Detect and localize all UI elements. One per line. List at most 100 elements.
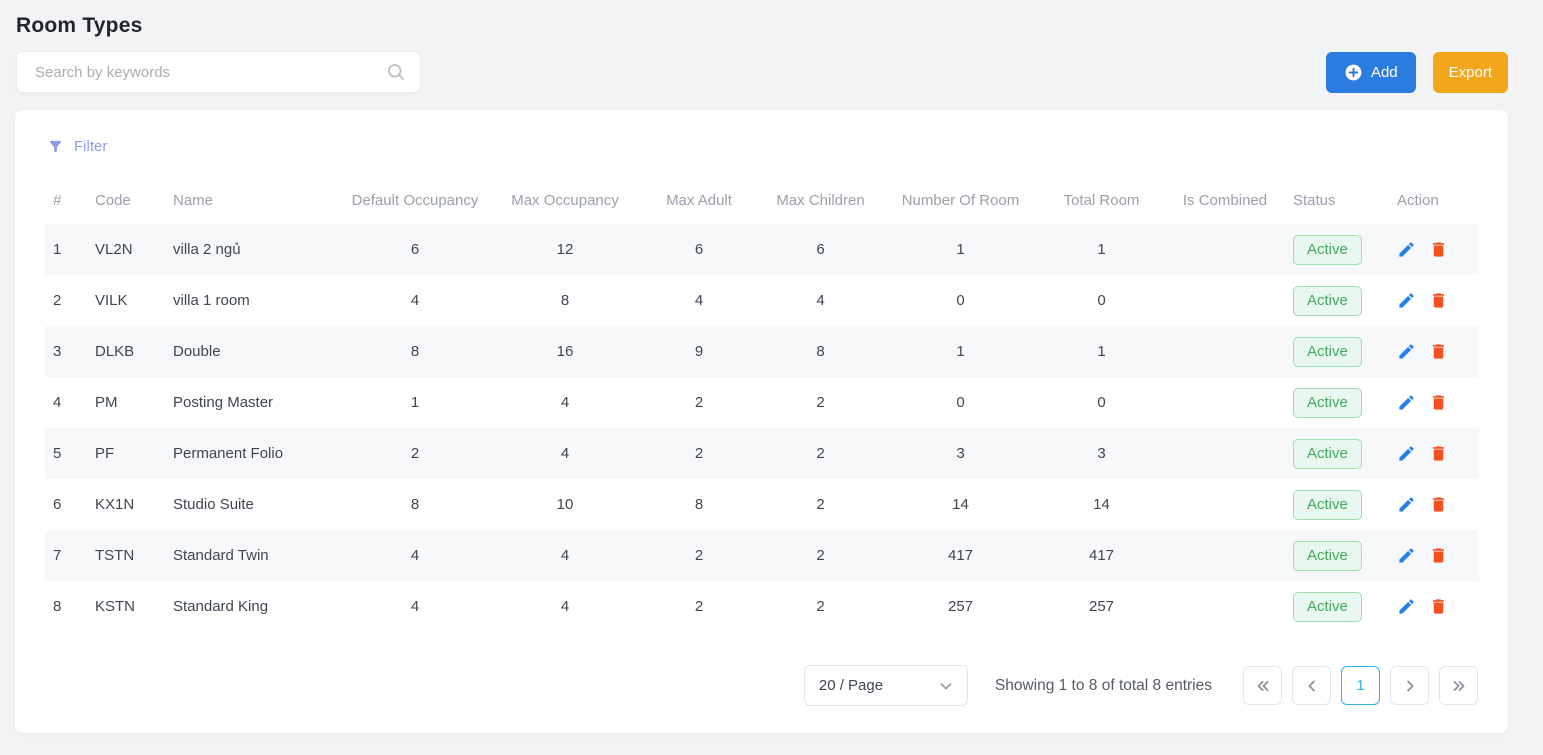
page-size-select[interactable]: 20 / Page (804, 665, 968, 706)
edit-icon[interactable] (1397, 342, 1416, 361)
status-badge: Active (1293, 337, 1362, 367)
cell-status: Active (1285, 224, 1389, 275)
cell-name: Studio Suite (165, 479, 340, 530)
cell-max-children: 4 (758, 275, 883, 326)
cell-action (1389, 377, 1479, 428)
cell-number-of-room: 3 (883, 428, 1038, 479)
table-row: 6KX1NStudio Suite810821414Active (45, 479, 1479, 530)
edit-icon[interactable] (1397, 291, 1416, 310)
cell-default-occupancy: 1 (340, 377, 490, 428)
table-row: 7TSTNStandard Twin4422417417Active (45, 530, 1479, 581)
search-box (16, 51, 421, 93)
status-badge: Active (1293, 592, 1362, 622)
prev-page-button[interactable] (1292, 666, 1331, 705)
cell-index: 4 (45, 377, 87, 428)
delete-icon[interactable] (1429, 342, 1448, 361)
table-header-row: #CodeNameDefault OccupancyMax OccupancyM… (45, 184, 1479, 224)
delete-icon[interactable] (1429, 495, 1448, 514)
table-card: Filter #CodeNameDefault OccupancyMax Occ… (15, 110, 1508, 733)
cell-code: TSTN (87, 530, 165, 581)
cell-status: Active (1285, 479, 1389, 530)
edit-icon[interactable] (1397, 597, 1416, 616)
search-input[interactable] (17, 52, 420, 92)
next-page-button[interactable] (1390, 666, 1429, 705)
column-header-num: # (45, 184, 87, 224)
cell-max-children: 2 (758, 479, 883, 530)
cell-default-occupancy: 8 (340, 479, 490, 530)
cell-max-occupancy: 10 (490, 479, 640, 530)
cell-is-combined (1165, 530, 1285, 581)
double-chevron-left-icon (1254, 677, 1272, 695)
cell-total-room: 14 (1038, 479, 1165, 530)
cell-default-occupancy: 8 (340, 326, 490, 377)
column-header-number-of-room: Number Of Room (883, 184, 1038, 224)
cell-number-of-room: 14 (883, 479, 1038, 530)
chevron-right-icon (1401, 677, 1419, 695)
cell-max-occupancy: 4 (490, 377, 640, 428)
filter-label: Filter (74, 138, 107, 155)
delete-icon[interactable] (1429, 291, 1448, 310)
entries-summary: Showing 1 to 8 of total 8 entries (995, 677, 1212, 695)
status-badge: Active (1293, 286, 1362, 316)
edit-icon[interactable] (1397, 444, 1416, 463)
cell-is-combined (1165, 275, 1285, 326)
add-button[interactable]: Add (1326, 52, 1416, 93)
delete-icon[interactable] (1429, 597, 1448, 616)
filter-toggle[interactable]: Filter (45, 136, 109, 157)
cell-number-of-room: 257 (883, 581, 1038, 632)
delete-icon[interactable] (1429, 240, 1448, 259)
cell-max-adult: 4 (640, 275, 758, 326)
first-page-button[interactable] (1243, 666, 1282, 705)
cell-is-combined (1165, 224, 1285, 275)
toolbar-buttons: Add Export (1326, 52, 1508, 93)
edit-icon[interactable] (1397, 546, 1416, 565)
cell-status: Active (1285, 377, 1389, 428)
cell-total-room: 1 (1038, 224, 1165, 275)
edit-icon[interactable] (1397, 393, 1416, 412)
cell-total-room: 257 (1038, 581, 1165, 632)
cell-total-room: 417 (1038, 530, 1165, 581)
status-badge: Active (1293, 235, 1362, 265)
cell-default-occupancy: 2 (340, 428, 490, 479)
cell-max-children: 2 (758, 530, 883, 581)
delete-icon[interactable] (1429, 393, 1448, 412)
cell-number-of-room: 1 (883, 224, 1038, 275)
funnel-icon (47, 138, 64, 155)
cell-default-occupancy: 6 (340, 224, 490, 275)
cell-max-children: 2 (758, 377, 883, 428)
pager: 1 (1243, 666, 1478, 705)
delete-icon[interactable] (1429, 546, 1448, 565)
status-badge: Active (1293, 541, 1362, 571)
edit-icon[interactable] (1397, 495, 1416, 514)
cell-index: 6 (45, 479, 87, 530)
cell-action (1389, 275, 1479, 326)
last-page-button[interactable] (1439, 666, 1478, 705)
delete-icon[interactable] (1429, 444, 1448, 463)
edit-icon[interactable] (1397, 240, 1416, 259)
cell-status: Active (1285, 530, 1389, 581)
cell-code: DLKB (87, 326, 165, 377)
cell-code: VILK (87, 275, 165, 326)
cell-code: VL2N (87, 224, 165, 275)
page-1-button[interactable]: 1 (1341, 666, 1380, 705)
cell-number-of-room: 0 (883, 377, 1038, 428)
chevron-down-icon (937, 677, 955, 695)
cell-status: Active (1285, 428, 1389, 479)
cell-index: 1 (45, 224, 87, 275)
table-row: 8KSTNStandard King4422257257Active (45, 581, 1479, 632)
export-button[interactable]: Export (1433, 52, 1508, 93)
status-badge: Active (1293, 490, 1362, 520)
cell-max-children: 6 (758, 224, 883, 275)
cell-index: 2 (45, 275, 87, 326)
cell-default-occupancy: 4 (340, 581, 490, 632)
cell-total-room: 1 (1038, 326, 1165, 377)
cell-index: 5 (45, 428, 87, 479)
column-header-max-occupancy: Max Occupancy (490, 184, 640, 224)
column-header-status: Status (1285, 184, 1389, 224)
page-title: Room Types (16, 14, 1508, 38)
cell-action (1389, 479, 1479, 530)
cell-max-occupancy: 4 (490, 581, 640, 632)
cell-total-room: 3 (1038, 428, 1165, 479)
room-types-table: #CodeNameDefault OccupancyMax OccupancyM… (45, 184, 1479, 632)
cell-max-adult: 2 (640, 428, 758, 479)
